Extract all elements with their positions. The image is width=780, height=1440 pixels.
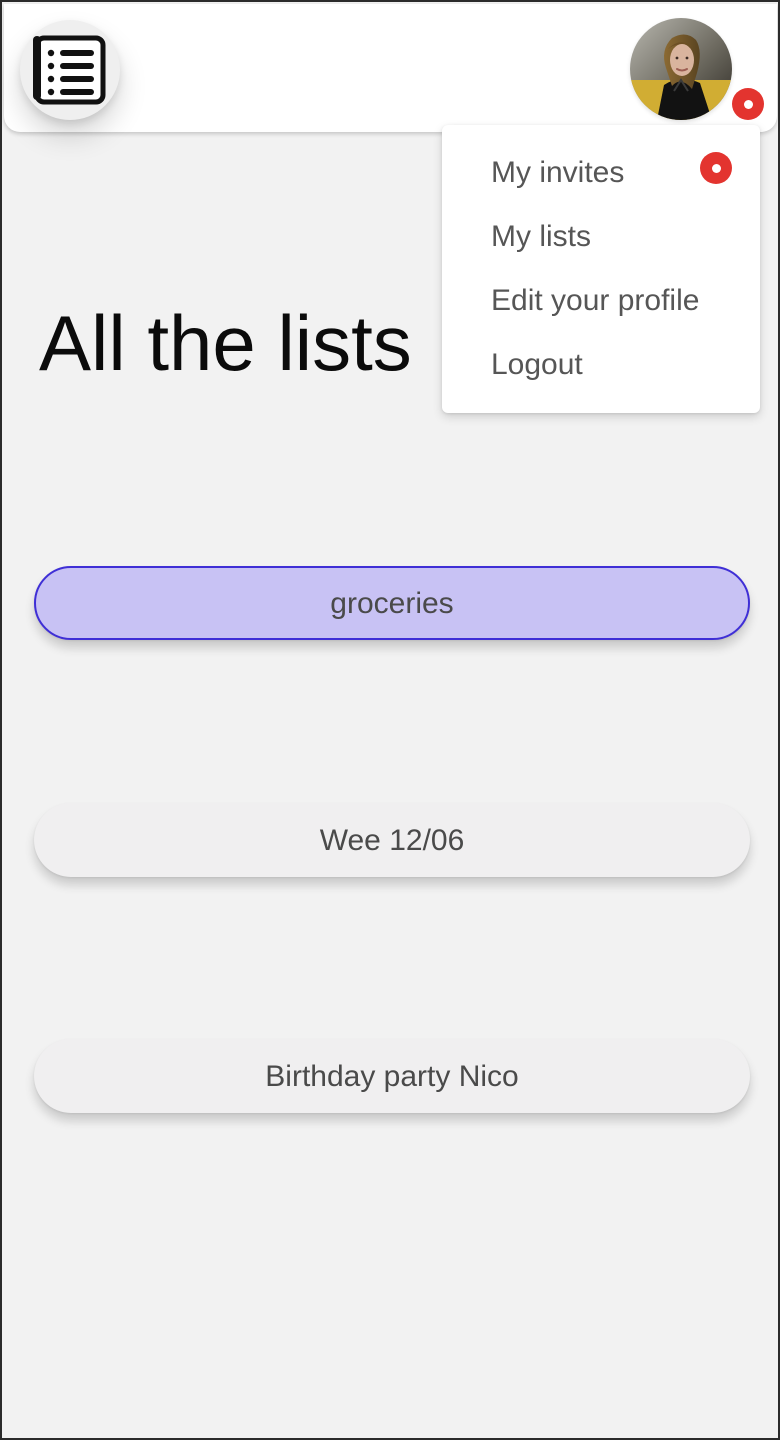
dropdown-item-my-invites[interactable]: My invites bbox=[491, 155, 624, 191]
dropdown-item-my-lists[interactable]: My lists bbox=[491, 219, 591, 255]
menu-button[interactable] bbox=[20, 20, 120, 120]
list-button-wee-12-06[interactable]: Wee 12/06 bbox=[34, 803, 750, 877]
list-button-birthday-party-nico[interactable]: Birthday party Nico bbox=[34, 1039, 750, 1113]
avatar-photo-icon bbox=[630, 18, 732, 120]
dropdown-item-edit-profile[interactable]: Edit your profile bbox=[491, 283, 699, 319]
page-title: All the lists bbox=[39, 299, 412, 387]
dropdown-item-logout[interactable]: Logout bbox=[491, 347, 583, 383]
invites-notification-dot-icon bbox=[700, 152, 732, 184]
user-avatar[interactable] bbox=[630, 18, 732, 120]
list-menu-icon bbox=[33, 35, 106, 105]
list-button-groceries[interactable]: groceries bbox=[34, 566, 750, 640]
avatar-notification-dot-icon bbox=[732, 88, 764, 120]
app-screen: My invites My lists Edit your profile Lo… bbox=[0, 0, 780, 1440]
